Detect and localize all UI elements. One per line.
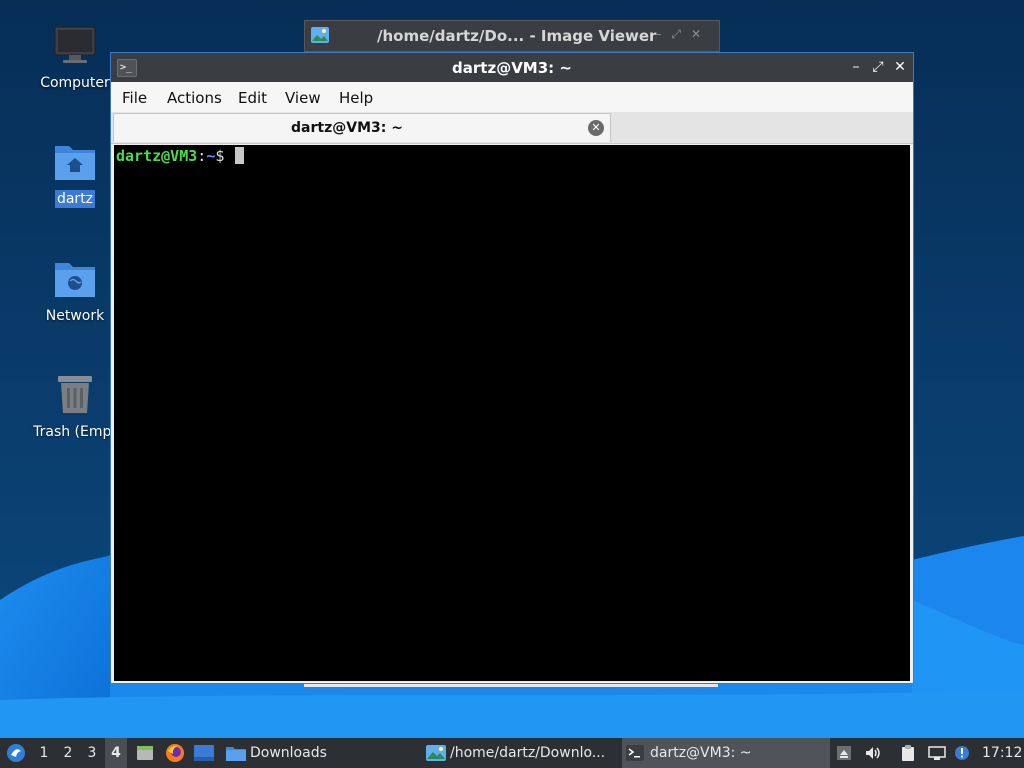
task-label: /home/dartz/Downlo... — [450, 745, 606, 761]
network-folder-icon — [53, 257, 97, 301]
menubar: File Actions Edit View Help — [111, 82, 913, 112]
workspace-4[interactable]: 4 — [105, 738, 127, 768]
maximize-button[interactable]: ⤢ — [869, 57, 887, 77]
workspace-1[interactable]: 1 — [33, 738, 55, 768]
desktop-icon-label: Computer — [40, 75, 110, 91]
window-controls[interactable]: –⤢✕ — [655, 27, 711, 42]
menu-actions[interactable]: Actions — [167, 89, 222, 107]
taskbar: 1 2 3 4 Downloads /home/dartz/Downlo... … — [0, 738, 1024, 768]
image-viewer-icon — [311, 27, 329, 43]
folder-icon — [226, 747, 246, 761]
start-menu-button[interactable] — [4, 738, 28, 768]
menu-file[interactable]: File — [122, 89, 147, 107]
terminal-tab[interactable]: dartz@VM3: ~ ✕ — [113, 113, 611, 142]
workspace-3[interactable]: 3 — [81, 738, 103, 768]
menu-help[interactable]: Help — [339, 89, 373, 107]
desktop-icon-label: Trash (Empt — [33, 424, 117, 440]
menu-view[interactable]: View — [285, 89, 321, 107]
show-desktop-button[interactable] — [192, 738, 216, 768]
terminal-titlebar[interactable]: >_ dartz@VM3: ~ – ⤢ ✕ — [111, 53, 913, 82]
clipboard-icon[interactable] — [900, 745, 916, 761]
task-image-viewer[interactable]: /home/dartz/Downlo... — [422, 738, 630, 768]
tab-close-icon[interactable]: ✕ — [588, 120, 604, 136]
prompt-path: ~ — [206, 147, 216, 165]
volume-icon[interactable] — [864, 745, 880, 761]
file-manager-icon — [137, 746, 153, 760]
show-desktop-icon — [194, 745, 214, 761]
firefox-launcher[interactable] — [163, 738, 185, 768]
desktop-icon-label: Network — [45, 308, 105, 324]
task-terminal[interactable]: dartz@VM3: ~ — [622, 738, 830, 768]
tab-bar: dartz@VM3: ~ ✕ — [111, 112, 913, 144]
close-button[interactable]: ✕ — [891, 57, 909, 77]
close-button[interactable]: ✕ — [691, 27, 711, 41]
home-folder-icon — [53, 140, 97, 184]
image-viewer-icon — [426, 745, 446, 761]
trash-icon — [53, 373, 97, 417]
task-label: Downloads — [250, 745, 327, 761]
tab-label: dartz@VM3: ~ — [291, 120, 403, 136]
minimize-button[interactable]: – — [655, 27, 671, 41]
firefox-icon — [166, 744, 184, 762]
window-title: /home/dartz/Do... - Image Viewer — [377, 27, 657, 45]
clock[interactable]: 17:12 — [982, 738, 1022, 768]
desktop-icon-trash[interactable]: Trash (Empt — [27, 373, 123, 441]
desktop-icon-home[interactable]: dartz — [27, 140, 123, 208]
desktop-icon-network[interactable]: Network — [27, 257, 123, 325]
maximize-button[interactable]: ⤢ — [671, 27, 691, 41]
eject-icon[interactable] — [836, 745, 852, 761]
image-viewer-window-edge — [304, 684, 718, 687]
desktop-icon-computer[interactable]: Computer — [27, 24, 123, 92]
file-manager-launcher[interactable] — [134, 738, 156, 768]
terminal-window[interactable]: >_ dartz@VM3: ~ – ⤢ ✕ File Actions Edit … — [110, 52, 914, 684]
prompt-user-host: dartz@VM3 — [116, 147, 198, 165]
terminal-screen[interactable]: dartz@VM3:~$ — [114, 145, 910, 681]
image-viewer-window[interactable]: /home/dartz/Do... - Image Viewer –⤢✕ — [304, 20, 720, 52]
start-menu-icon — [7, 744, 25, 762]
network-icon[interactable] — [928, 745, 946, 761]
menu-edit[interactable]: Edit — [238, 89, 267, 107]
prompt-separator: : — [197, 147, 207, 165]
task-downloads[interactable]: Downloads — [222, 738, 424, 768]
text-cursor — [235, 147, 245, 164]
shell-prompt: dartz@VM3:~$ — [116, 147, 245, 165]
computer-icon — [53, 24, 97, 68]
workspace-2[interactable]: 2 — [57, 738, 79, 768]
window-title: dartz@VM3: ~ — [452, 59, 572, 77]
terminal-icon — [626, 745, 644, 761]
prompt-symbol: $ — [215, 147, 225, 165]
desktop-icon-label: dartz — [54, 190, 96, 208]
update-notifier-icon[interactable] — [954, 745, 970, 761]
task-label: dartz@VM3: ~ — [650, 745, 752, 761]
minimize-button[interactable]: – — [847, 57, 865, 77]
